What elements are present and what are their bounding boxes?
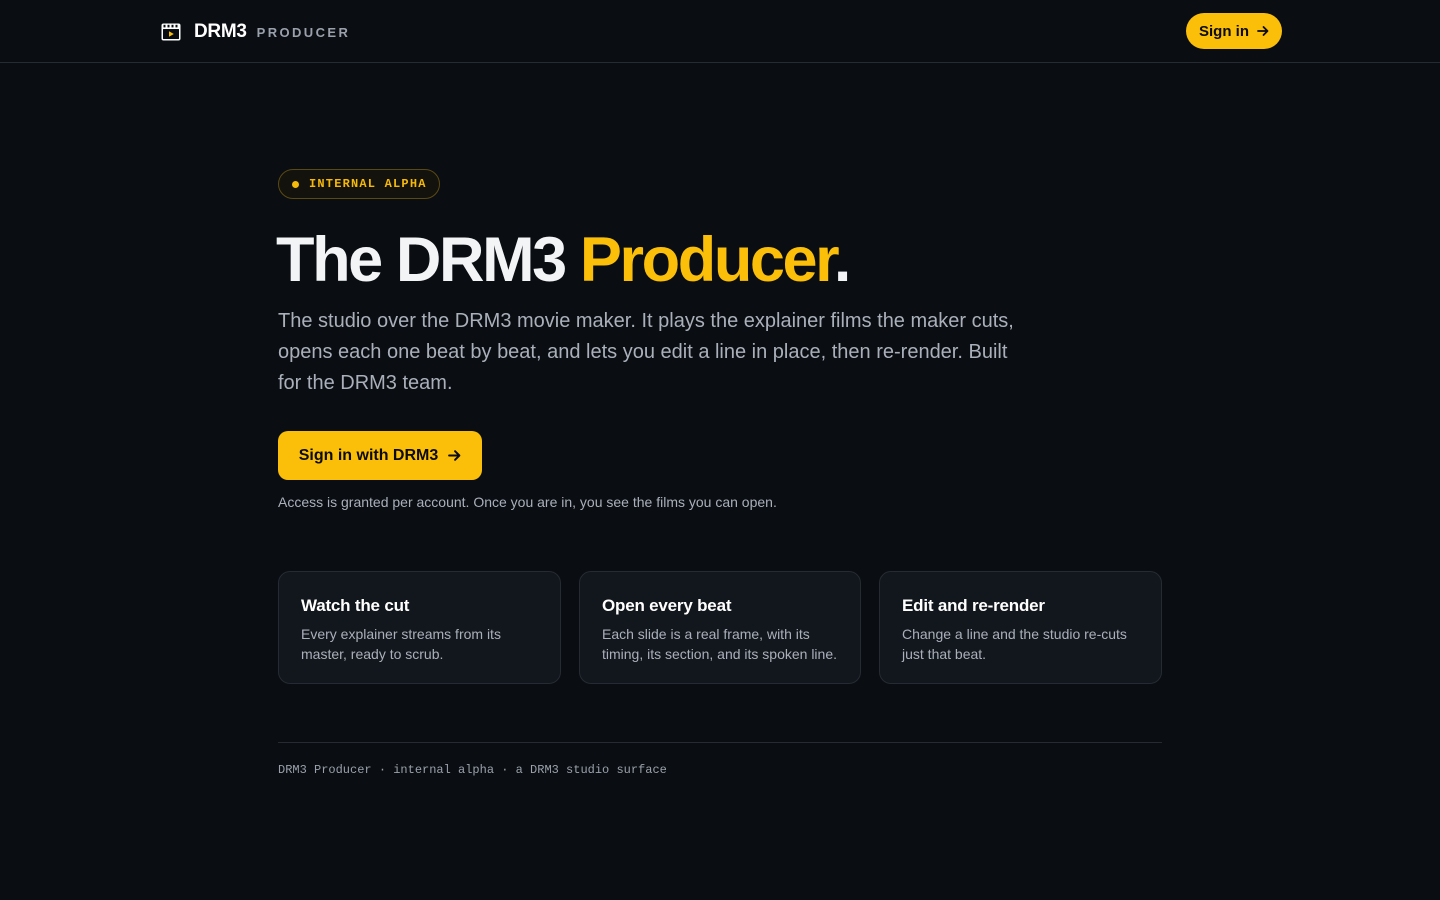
title-lead: The DRM3 xyxy=(276,225,580,295)
arrow-right-icon xyxy=(448,450,461,461)
intro-paragraph: The studio over the DRM3 movie maker. It… xyxy=(278,310,1014,394)
footer-divider xyxy=(278,742,1162,743)
feature-card-watch: Watch the cut Every explainer streams fr… xyxy=(278,571,561,684)
status-badge: INTERNAL ALPHA xyxy=(278,169,440,199)
brand-name: DRM3 xyxy=(194,21,247,42)
feature-card-title: Watch the cut xyxy=(301,596,410,615)
sign-in-button[interactable]: Sign in xyxy=(1186,13,1282,49)
clapperboard-icon xyxy=(161,23,181,41)
title-accent: Producer xyxy=(579,225,836,295)
status-dot-icon xyxy=(292,180,299,188)
cta-label: Sign in with DRM3 xyxy=(298,446,439,464)
feature-card-body: Each slide is a real frame, with its tim… xyxy=(602,626,838,662)
brand-logo[interactable]: DRM3 PRODUCER xyxy=(161,19,350,45)
footer-text: DRM3 Producer · internal alpha · a DRM3 … xyxy=(278,763,667,777)
title-tail: . xyxy=(833,225,852,295)
status-badge-label: INTERNAL ALPHA xyxy=(309,177,427,191)
top-nav: DRM3 PRODUCER Sign in xyxy=(0,0,1440,63)
feature-card-title: Open every beat xyxy=(602,596,732,615)
sign-in-button-label: Sign in xyxy=(1199,22,1249,40)
arrow-right-icon xyxy=(1257,26,1269,36)
feature-card-beat: Open every beat Each slide is a real fra… xyxy=(579,571,861,684)
access-note: Access is granted per account. Once you … xyxy=(278,494,777,510)
feature-card-body: Change a line and the studio re-cuts jus… xyxy=(902,626,1127,662)
feature-card-title: Edit and re-render xyxy=(902,596,1045,615)
sign-in-with-drm3-button[interactable]: Sign in with DRM3 xyxy=(278,431,482,480)
feature-card-body: Every explainer streams from its master,… xyxy=(301,626,501,662)
brand-subtitle: PRODUCER xyxy=(256,24,351,40)
feature-card-edit: Edit and re-render Change a line and the… xyxy=(879,571,1162,684)
page-title: The DRM3 Producer. xyxy=(276,222,852,298)
